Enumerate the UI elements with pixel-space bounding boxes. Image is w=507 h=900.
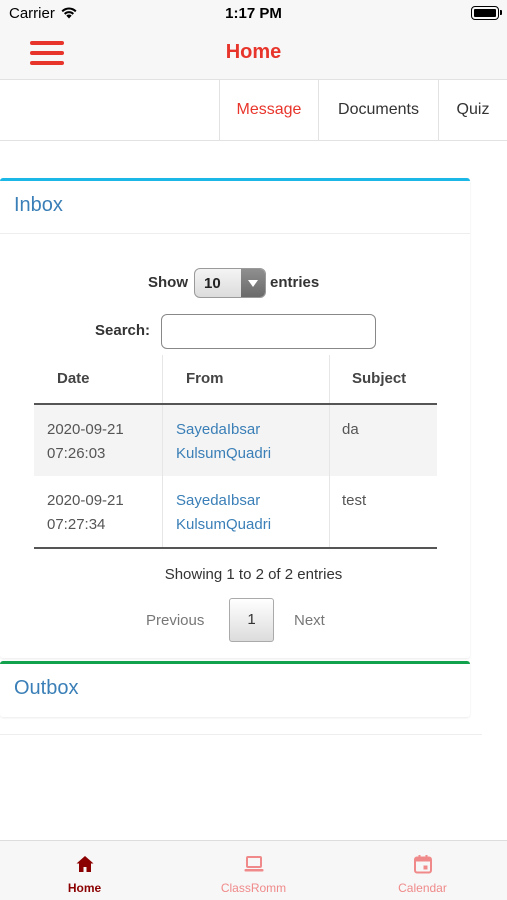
chevron-down-icon[interactable] [241,269,265,297]
table-header: Date From Subject [34,355,437,405]
sender-link[interactable]: KulsumQuadri [176,442,329,466]
laptop-icon [244,856,263,872]
battery-icon [471,6,502,20]
inbox-heading[interactable]: Inbox [14,194,63,217]
column-header-subject[interactable]: Subject [329,355,437,403]
content-divider [0,734,482,735]
cell-from: SayedaIbsar KulsumQuadri [162,405,329,476]
status-time: 1:17 PM [225,5,282,22]
outbox-panel: Outbox [0,661,470,717]
tab-quiz[interactable]: Quiz [438,80,507,140]
tab-documents[interactable]: Documents [318,80,438,140]
table-row[interactable]: 2020-09-21 07:27:34 SayedaIbsar KulsumQu… [34,476,437,547]
message-tabs: Message Documents Quiz [0,80,507,141]
outbox-heading[interactable]: Outbox [14,677,78,700]
bottom-tab-bar: Home ClassRomm Calendar [0,840,507,900]
entries-per-page-value: 10 [204,275,221,292]
cell-subject: da [329,405,437,476]
tabbar-label-home: Home [67,881,102,895]
tab-message[interactable]: Message [219,80,318,140]
time-value: 07:26:03 [47,445,106,462]
cell-subject: test [329,476,437,547]
tabbar-label-classroom: ClassRomm [220,881,287,895]
search-label: Search: [95,322,151,339]
nav-bar: Home [0,28,507,80]
cell-date: 2020-09-21 07:27:34 [34,476,162,547]
cell-from: SayedaIbsar KulsumQuadri [162,476,329,547]
table-row[interactable]: 2020-09-21 07:26:03 SayedaIbsar KulsumQu… [34,405,437,476]
page-button-current[interactable]: 1 [229,598,274,642]
tabbar-item-home[interactable]: Home [0,841,169,900]
sender-link[interactable]: SayedaIbsar [176,418,329,442]
column-header-from[interactable]: From [162,355,329,403]
entries-label: entries [270,274,320,291]
column-header-date[interactable]: Date [34,355,162,403]
sender-link[interactable]: KulsumQuadri [176,513,329,537]
inbox-divider [0,233,470,234]
calendar-icon [413,855,432,874]
tabbar-item-classroom[interactable]: ClassRomm [169,841,338,900]
home-icon [76,856,93,872]
tabbar-label-calendar: Calendar [398,881,447,895]
previous-page-button[interactable]: Previous [146,612,204,629]
status-bar: Carrier 1:17 PM [0,0,507,28]
date-value: 2020-09-21 [47,421,124,438]
entries-per-page-select[interactable]: 10 [194,268,266,298]
date-value: 2020-09-21 [47,492,124,509]
sender-link[interactable]: SayedaIbsar [176,489,329,513]
next-page-button[interactable]: Next [294,612,325,629]
inbox-table: Date From Subject 2020-09-21 07:26:03 Sa… [34,355,437,549]
page-title: Home [225,41,282,63]
tabbar-item-calendar[interactable]: Calendar [338,841,507,900]
table-bottom-border [34,547,437,549]
search-input[interactable] [161,314,376,349]
table-info: Showing 1 to 2 of 2 entries [164,566,343,583]
time-value: 07:27:34 [47,516,106,533]
show-label: Show [148,274,188,291]
cell-date: 2020-09-21 07:26:03 [34,405,162,476]
